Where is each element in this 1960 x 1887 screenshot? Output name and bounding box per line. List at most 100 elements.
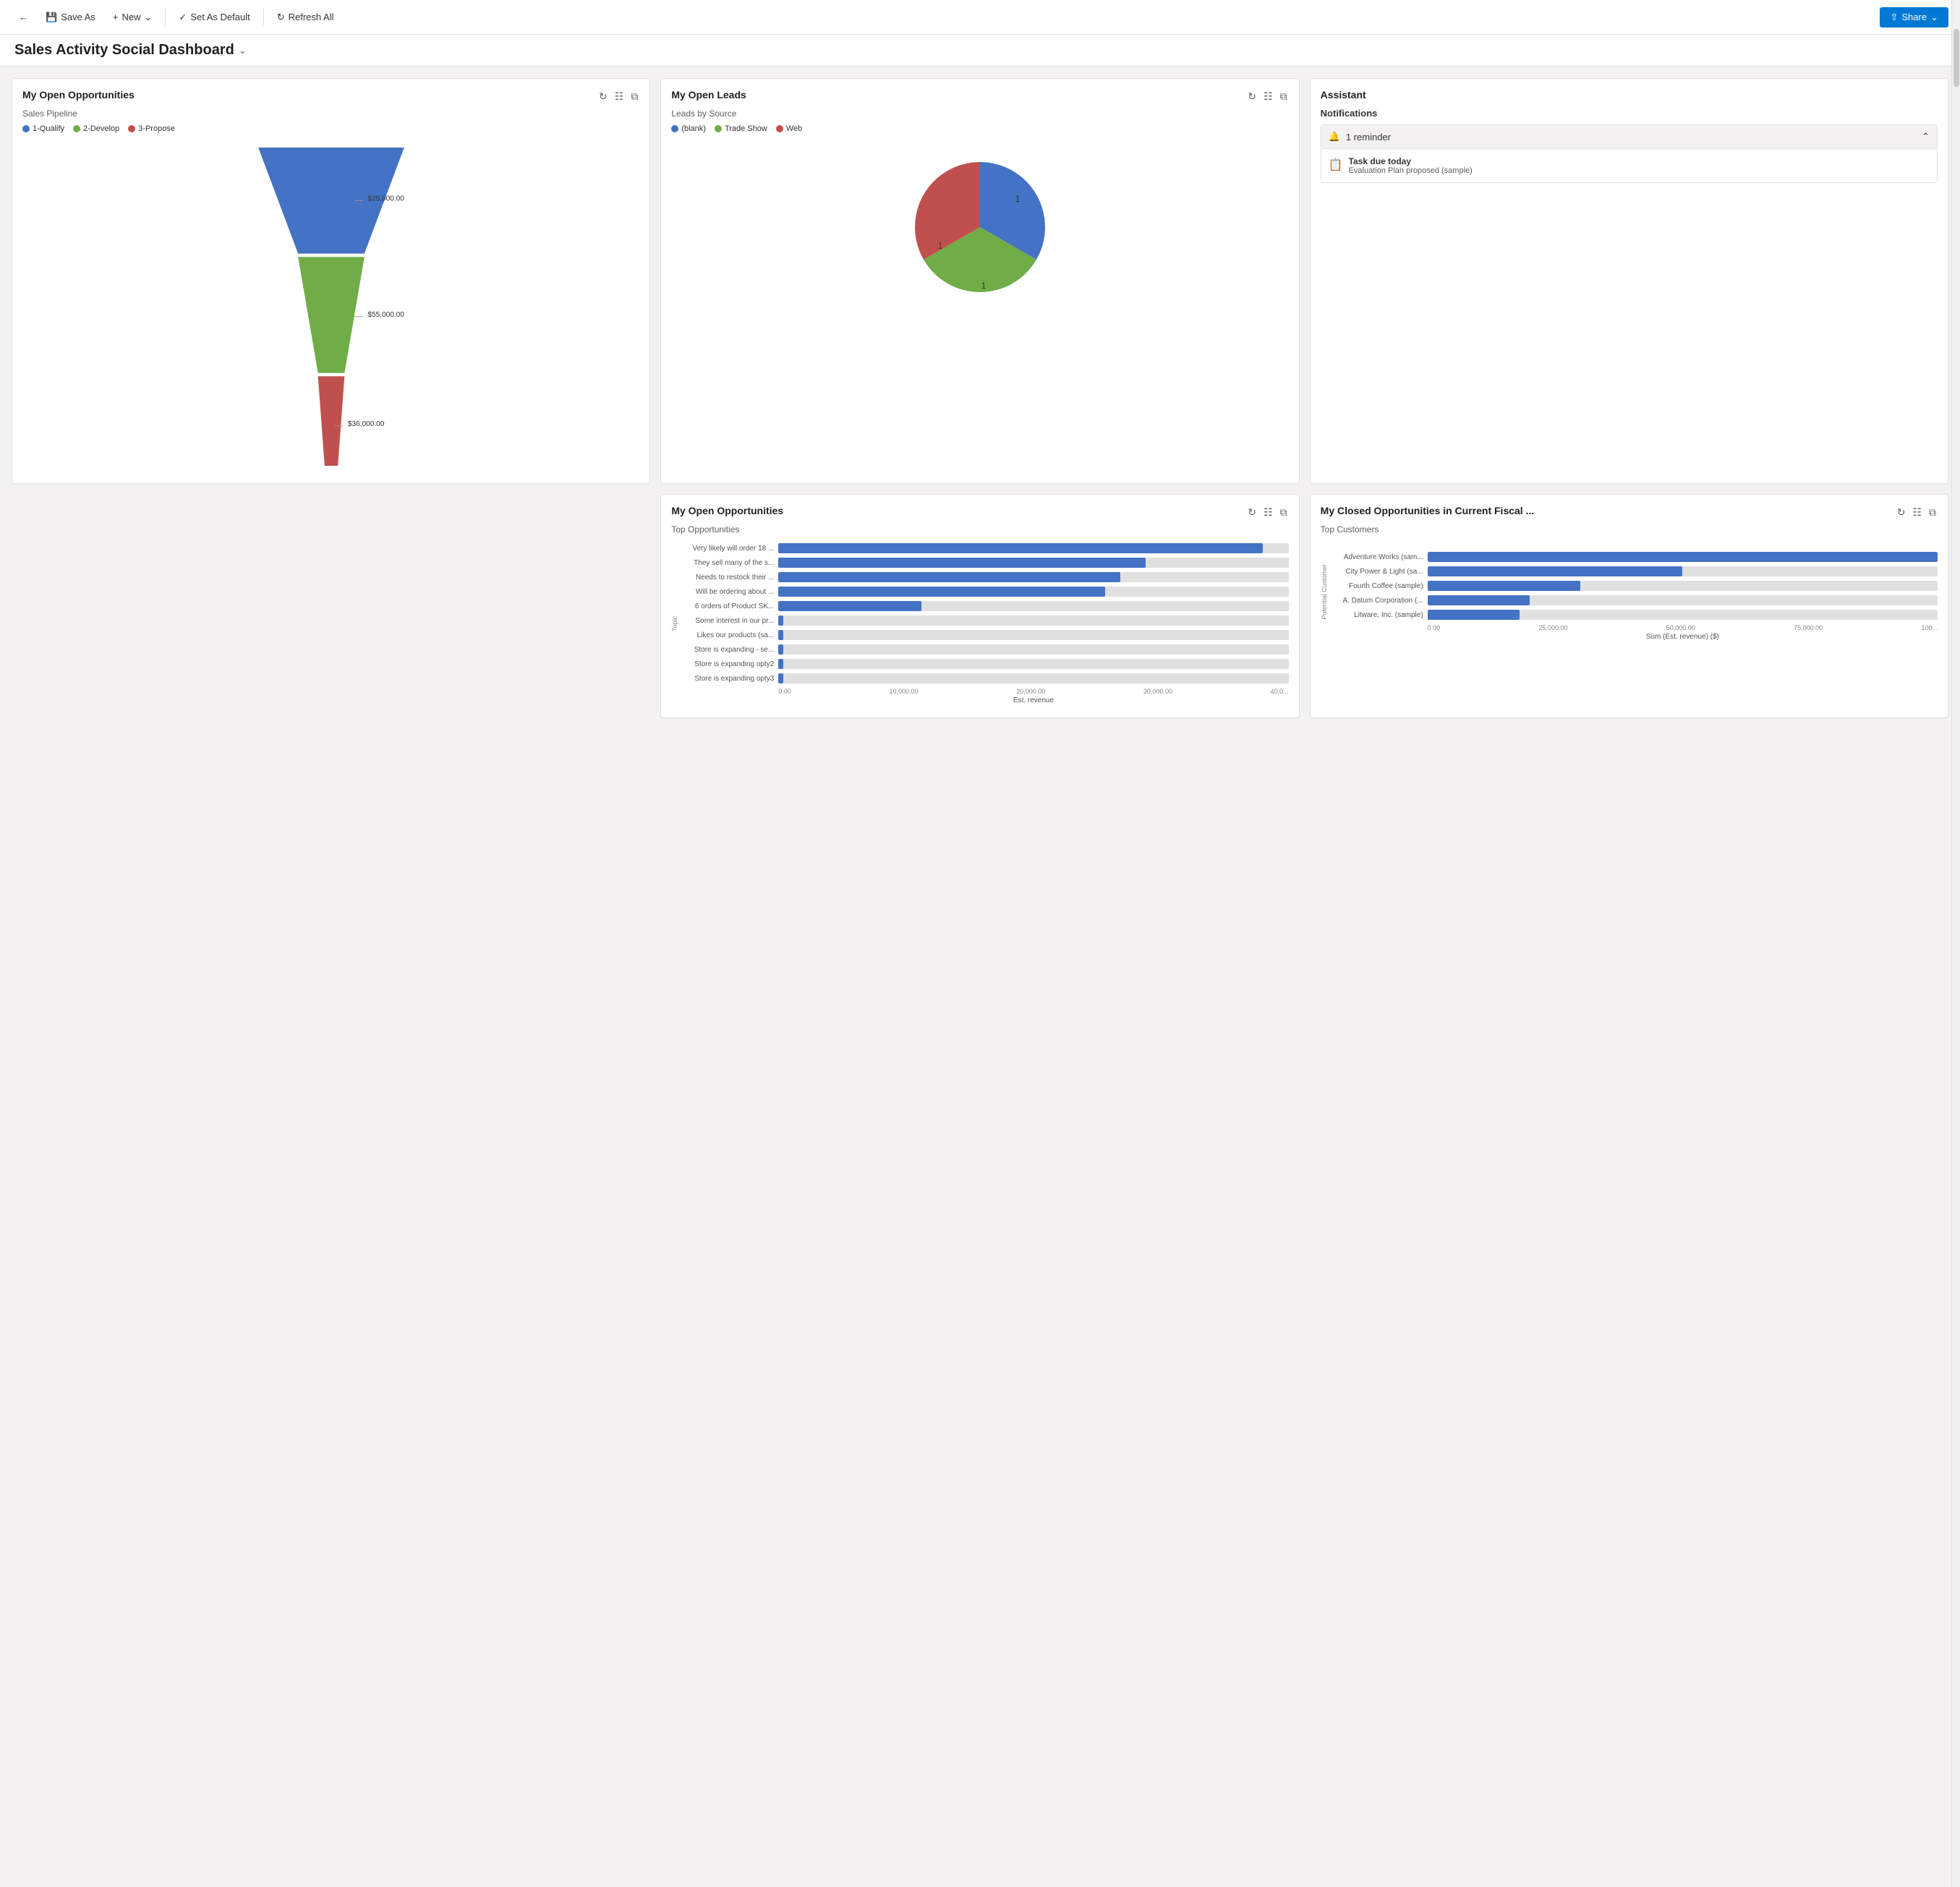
view-leads-data-btn[interactable]: ☷: [1262, 89, 1274, 104]
funnel-segment-propose: [318, 376, 344, 466]
new-button[interactable]: + New ⌄: [106, 8, 160, 27]
pie-svg: 1 1 1: [908, 155, 1052, 299]
plus-icon: +: [113, 12, 119, 22]
legend-web: Web: [776, 124, 802, 133]
reminder-left: 🔔 1 reminder: [1329, 131, 1391, 142]
bar-fill-10: [778, 673, 783, 683]
legend-dot-develop: [73, 125, 80, 132]
scrollbar-thumb[interactable]: [1953, 29, 1959, 87]
top-opps-subtitle: Top Opportunities: [671, 524, 1288, 534]
bar-row-9: Store is expanding opty2: [680, 659, 1288, 669]
expand-top-opps-btn[interactable]: ⧉: [1279, 505, 1289, 520]
bar-track-5: [778, 601, 1288, 611]
open-leads-subtitle: Leads by Source: [671, 108, 1288, 119]
page-title: Sales Activity Social Dashboard: [14, 42, 234, 59]
legend-dot-tradeshow: [715, 125, 722, 132]
legend-label-develop: 2-Develop: [83, 124, 119, 133]
refresh-leads-btn[interactable]: ↻: [1246, 89, 1258, 104]
scrollbar[interactable]: [1951, 0, 1960, 1887]
closed-bar-track-5: [1428, 610, 1938, 620]
expand-leads-btn[interactable]: ⧉: [1279, 89, 1289, 104]
bar-label-5: 6 orders of Product SK...: [680, 602, 774, 610]
legend-label-qualify: 1-Qualify: [33, 124, 64, 133]
bar-row-6: Some interest in our pr...: [680, 615, 1288, 626]
refresh-button[interactable]: ↻ Refresh All: [270, 8, 341, 27]
bar-fill-4: [778, 587, 1104, 597]
top-opps-bar-chart: Very likely will order 18 ... They sell …: [680, 540, 1288, 707]
card-header-open-opps: My Open Opportunities ↻ ☷ ⧉: [22, 89, 639, 104]
bar-label-4: Will be ordering about ...: [680, 588, 774, 596]
legend-dot-propose: [128, 125, 135, 132]
reminder-task-desc: Evaluation Plan proposed (sample): [1349, 166, 1473, 175]
bar-label-1: Very likely will order 18 ...: [680, 545, 774, 553]
assistant-card: Assistant Notifications 🔔 1 reminder ⌃ 📋…: [1310, 78, 1948, 484]
closed-bar-track-3: [1428, 581, 1938, 591]
bar-row-10: Store is expanding opty3: [680, 673, 1288, 683]
refresh-top-opps-btn[interactable]: ↻: [1246, 505, 1258, 520]
view-closed-opps-data-btn[interactable]: ☷: [1911, 505, 1923, 520]
closed-bar-label-2: City Power & Light (sa...: [1329, 568, 1423, 576]
bar-label-3: Needs to restock their ...: [680, 574, 774, 582]
reminder-body: 📋 Task due today Evaluation Plan propose…: [1321, 149, 1938, 183]
set-default-label: Set As Default: [190, 12, 250, 22]
top-opps-x-axis: 0.00 10,000.00 20,000.00 30,000.00 40,0.…: [680, 688, 1288, 695]
bar-row-4: Will be ordering about ...: [680, 587, 1288, 597]
closed-bar-row-3: Fourth Coffee (sample): [1329, 581, 1938, 591]
refresh-card-btn[interactable]: ↻: [597, 89, 609, 104]
bar-fill-5: [778, 601, 921, 611]
share-button[interactable]: ⇧ Share ⌄: [1880, 7, 1948, 27]
pie-label-blank: 1: [1015, 194, 1021, 204]
closed-bar-fill-1: [1428, 552, 1938, 562]
closed-opps-x-axis: 0.00 25,000.00 50,000.00 75,000.00 100..…: [1329, 624, 1938, 631]
open-leads-legend: (blank) Trade Show Web: [671, 124, 1288, 133]
closed-x-tick-4: 75,000.00: [1794, 624, 1823, 631]
bar-fill-9: [778, 659, 783, 669]
bar-label-8: Store is expanding - se...: [680, 646, 774, 654]
legend-label-web: Web: [786, 124, 802, 133]
funnel-label-3: $36,000.00: [348, 420, 385, 428]
bar-label-6: Some interest in our pr...: [680, 617, 774, 625]
expand-closed-opps-btn[interactable]: ⧉: [1927, 505, 1938, 520]
share-label: Share: [1901, 12, 1927, 22]
closed-opps-y-axis: Potential Customer: [1321, 564, 1328, 620]
closed-bar-fill-5: [1428, 610, 1520, 620]
funnel-segment-develop: [298, 257, 365, 372]
set-default-button[interactable]: ✓ Set As Default: [171, 8, 257, 27]
closed-x-tick-1: 0.00: [1428, 624, 1441, 631]
closed-bar-track-4: [1428, 595, 1938, 605]
closed-x-tick-3: 50,000.00: [1666, 624, 1695, 631]
view-top-opps-data-btn[interactable]: ☷: [1262, 505, 1274, 520]
bar-label-2: They sell many of the s...: [680, 559, 774, 567]
card-actions-top-opps: ↻ ☷ ⧉: [1246, 505, 1288, 520]
save-as-label: Save As: [61, 12, 95, 22]
card-header-closed-opps: My Closed Opportunities in Current Fisca…: [1321, 505, 1938, 520]
open-opps-legend: 1-Qualify 2-Develop 3-Propose: [22, 124, 639, 133]
save-as-button[interactable]: 💾 Save As: [38, 8, 103, 27]
expand-card-btn[interactable]: ⧉: [629, 89, 639, 104]
reminder-task-title: Task due today: [1349, 156, 1473, 166]
notifications-title: Notifications: [1321, 108, 1938, 119]
legend-propose: 3-Propose: [128, 124, 175, 133]
divider: [165, 9, 166, 26]
reminder-header[interactable]: 🔔 1 reminder ⌃: [1321, 124, 1938, 149]
pie-chart-container: 1 1 1: [671, 140, 1288, 314]
bell-icon: 🔔: [1329, 131, 1340, 142]
top-opps-y-axis: Topic: [671, 616, 678, 631]
bar-label-9: Store is expanding opty2: [680, 660, 774, 668]
closed-opps-chart-wrapper: Potential Customer Adventure Works (sam.…: [1321, 540, 1938, 644]
back-button[interactable]: ←: [12, 8, 35, 26]
open-opportunities-card: My Open Opportunities ↻ ☷ ⧉ Sales Pipeli…: [12, 78, 650, 484]
dashboard: My Open Opportunities ↻ ☷ ⧉ Sales Pipeli…: [0, 67, 1960, 730]
bar-label-10: Store is expanding opty3: [680, 675, 774, 683]
bar-track-6: [778, 615, 1288, 626]
title-chevron-icon[interactable]: ⌄: [239, 45, 247, 56]
funnel-chart: $25,000.00 $55,000.00 $36,000.00: [22, 140, 639, 473]
refresh-closed-opps-btn[interactable]: ↻: [1896, 505, 1907, 520]
open-opps-title: My Open Opportunities: [22, 89, 135, 101]
view-data-btn[interactable]: ☷: [613, 89, 626, 104]
bar-track-4: [778, 587, 1288, 597]
closed-opps-subtitle: Top Customers: [1321, 524, 1938, 534]
closed-bar-fill-2: [1428, 566, 1683, 576]
bar-row-1: Very likely will order 18 ...: [680, 543, 1288, 553]
legend-label-tradeshow: Trade Show: [725, 124, 767, 133]
